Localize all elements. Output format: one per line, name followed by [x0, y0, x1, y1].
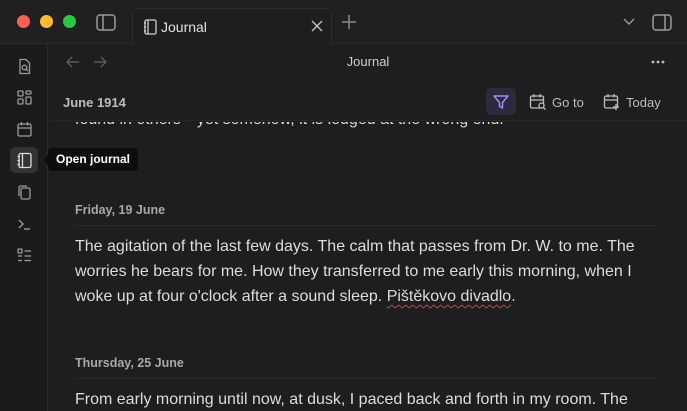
more-options-icon[interactable]	[649, 54, 667, 70]
chevron-down-icon[interactable]	[622, 16, 636, 28]
tooltip: Open journal	[42, 148, 139, 171]
calendar-icon[interactable]	[10, 116, 38, 142]
journal-content: found in others—yet somehow, it is lodge…	[49, 122, 687, 411]
copy-icon[interactable]	[10, 179, 38, 205]
today-label: Today	[626, 94, 661, 110]
graph-icon[interactable]	[10, 84, 38, 110]
journal-icon	[143, 19, 157, 35]
open-journal-button[interactable]	[10, 147, 38, 173]
plus-icon[interactable]	[341, 14, 357, 30]
ribbon	[0, 45, 48, 411]
journal-icon	[17, 152, 32, 168]
view-header: Journal	[49, 45, 687, 81]
close-window-button[interactable]	[17, 15, 30, 28]
title-bar: Journal	[0, 0, 687, 45]
entry-text[interactable]: The agitation of the last few days. The …	[75, 234, 657, 309]
entry-date[interactable]: Friday, 19 June	[75, 203, 657, 226]
calendar-search-icon	[529, 94, 546, 110]
maximize-window-button[interactable]	[63, 15, 76, 28]
filter-button[interactable]	[486, 88, 516, 115]
go-to-button[interactable]: Go to	[529, 91, 584, 113]
today-button[interactable]: Today	[603, 91, 661, 113]
tab-journal[interactable]: Journal	[132, 8, 332, 45]
entry-text-partial: found in others—yet somehow, it is lodge…	[75, 122, 655, 132]
month-label: June 1914	[63, 95, 126, 110]
entry-text[interactable]: From early morning until now, at dusk, I…	[75, 387, 657, 411]
go-to-label: Go to	[552, 94, 584, 110]
minimize-window-button[interactable]	[40, 15, 53, 28]
tab-label: Journal	[161, 19, 207, 35]
journal-entry: Friday, 19 June The agitation of the las…	[75, 203, 657, 309]
search-file-icon[interactable]	[10, 53, 38, 79]
close-icon[interactable]	[309, 18, 325, 34]
calendar-plus-icon	[603, 94, 619, 110]
misspelled-word: Pištěkovo divadlo	[386, 288, 512, 305]
right-sidebar-toggle-icon[interactable]	[652, 14, 672, 31]
journal-entry: Thursday, 25 June From early morning unt…	[75, 356, 657, 411]
view-title: Journal	[346, 54, 390, 69]
terminal-icon[interactable]	[10, 211, 38, 237]
entry-date[interactable]: Thursday, 25 June	[75, 356, 657, 379]
app-window: Journal Open journal Journal June 1914 G…	[0, 0, 687, 411]
journal-toolbar: June 1914 Go to Today	[49, 81, 687, 121]
filter-icon	[493, 94, 509, 109]
list-icon[interactable]	[10, 242, 38, 268]
main-view: Journal June 1914 Go to Today Friday, 19…	[49, 45, 687, 411]
left-sidebar-toggle-icon[interactable]	[96, 14, 116, 31]
